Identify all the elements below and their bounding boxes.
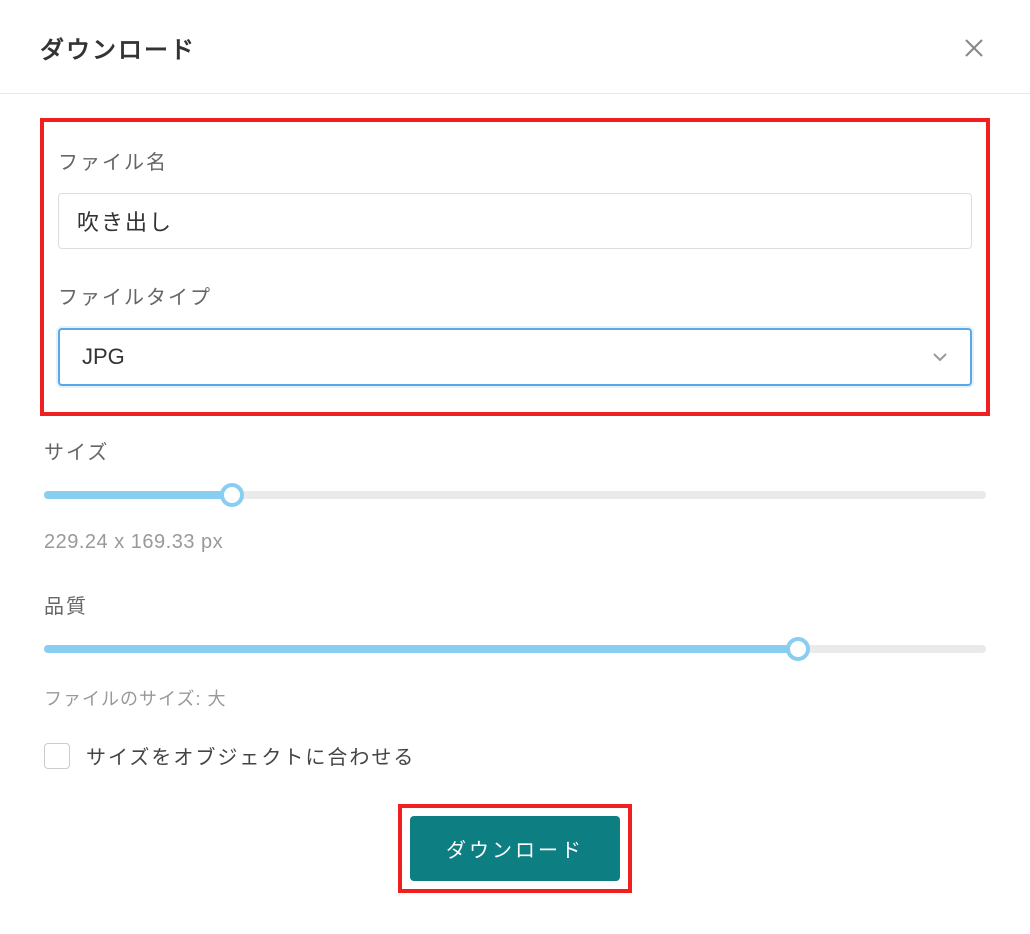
quality-slider-thumb[interactable] [786,637,810,661]
filetype-selected-value: JPG [82,344,125,370]
size-section: サイズ 229.24 x 169.33 px [40,436,990,554]
size-label: サイズ [44,436,986,465]
filename-input[interactable] [58,193,972,249]
size-slider[interactable] [44,483,986,507]
size-slider-thumb[interactable] [220,483,244,507]
modal-body: ファイル名 ファイルタイプ JPG サイズ 229.24 x 169.33 px [0,94,1030,933]
filename-label: ファイル名 [58,146,972,175]
chevron-down-icon [932,352,948,362]
quality-slider-fill [44,645,798,653]
fit-checkbox-row: サイズをオブジェクトに合わせる [40,741,990,770]
filename-filetype-highlight: ファイル名 ファイルタイプ JPG [40,118,990,416]
file-size-text: ファイルのサイズ: 大 [44,685,986,711]
fit-to-object-checkbox[interactable] [44,743,70,769]
filetype-label: ファイルタイプ [58,281,972,310]
close-button[interactable] [958,32,990,64]
filetype-select-wrapper: JPG [58,328,972,386]
download-button[interactable]: ダウンロード [410,816,620,881]
filetype-group: ファイルタイプ JPG [58,281,972,386]
quality-section: 品質 ファイルのサイズ: 大 [40,590,990,711]
filetype-select[interactable]: JPG [58,328,972,386]
filename-group: ファイル名 [58,146,972,249]
size-dimensions-text: 229.24 x 169.33 px [44,531,986,554]
download-button-wrapper: ダウンロード [40,804,990,893]
size-slider-fill [44,491,232,499]
fit-to-object-label: サイズをオブジェクトに合わせる [86,741,415,770]
modal-title: ダウンロード [40,30,196,65]
quality-slider[interactable] [44,637,986,661]
close-icon [962,36,986,60]
modal-header: ダウンロード [0,0,1030,94]
download-button-highlight: ダウンロード [398,804,632,893]
quality-label: 品質 [44,590,986,619]
